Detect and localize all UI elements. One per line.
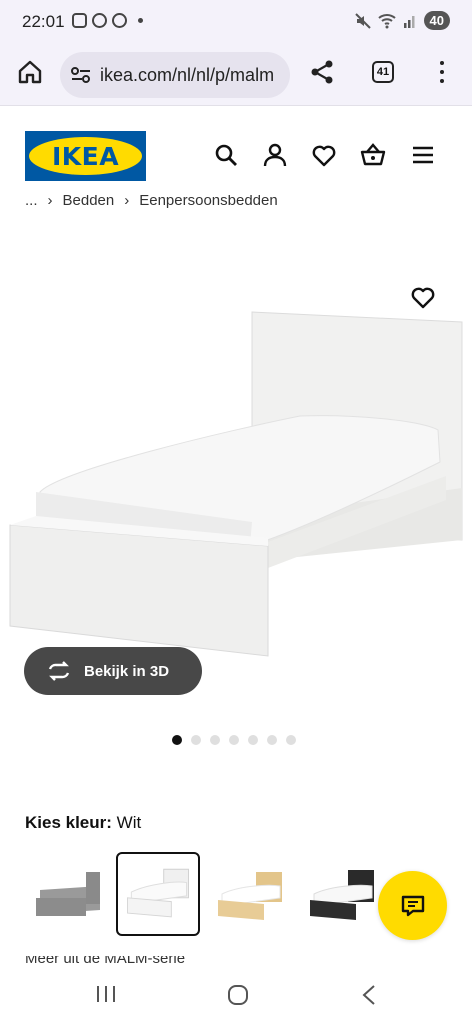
search-icon[interactable] — [213, 142, 239, 168]
color-swatch-grey[interactable] — [24, 852, 108, 936]
tab-switcher-button[interactable]: 41 — [372, 61, 394, 83]
breadcrumb-separator: › — [47, 195, 53, 209]
breadcrumb-ellipsis[interactable]: ... — [25, 195, 38, 213]
mute-icon — [354, 12, 371, 29]
rotate-3d-icon — [48, 661, 70, 681]
status-time: 22:01 — [22, 12, 65, 31]
notification-icons — [72, 13, 143, 28]
status-bar: 22:01 40 — [0, 0, 472, 44]
color-choice-label: Kies kleur: Wit — [25, 813, 141, 833]
carousel-dot[interactable] — [248, 735, 258, 745]
system-navigation-bar — [0, 964, 472, 1024]
carousel-dot[interactable] — [286, 735, 296, 745]
url-text: ikea.com/nl/nl/p/malm — [100, 64, 275, 85]
home-nav-icon[interactable] — [227, 984, 249, 1006]
breadcrumb-item[interactable]: Eenpersoonsbedden — [139, 195, 277, 213]
account-icon[interactable] — [262, 142, 288, 168]
wifi-icon — [377, 13, 396, 28]
heart-icon[interactable] — [311, 142, 337, 168]
breadcrumb-item[interactable]: Bedden — [63, 195, 115, 213]
hamburger-menu-icon[interactable] — [410, 142, 436, 168]
view-in-3d-button[interactable]: Bekijk in 3D — [24, 647, 202, 695]
chat-icon — [401, 895, 424, 916]
signal-icon — [403, 15, 415, 28]
back-nav-icon[interactable] — [361, 984, 377, 1006]
site-settings-icon[interactable] — [70, 65, 92, 85]
carousel-dot[interactable] — [172, 735, 182, 745]
system-icons: 40 — [354, 11, 450, 30]
product-image-bed[interactable] — [0, 230, 472, 700]
carousel-dot[interactable] — [229, 735, 239, 745]
screenshot-icon — [72, 13, 87, 28]
carousel-dot[interactable] — [210, 735, 220, 745]
recent-apps-icon[interactable] — [95, 984, 117, 1004]
selected-color: Wit — [116, 813, 142, 832]
browser-toolbar: ikea.com/nl/nl/p/malm 41 — [0, 44, 472, 106]
address-bar[interactable]: ikea.com/nl/nl/p/malm — [60, 52, 290, 98]
image-carousel-indicator — [172, 735, 296, 745]
whatsapp-icon — [112, 13, 127, 28]
color-swatch-blackbrown[interactable] — [300, 852, 384, 936]
color-swatch-white[interactable] — [116, 852, 200, 936]
color-swatch-oak[interactable] — [208, 852, 292, 936]
battery-indicator: 40 — [423, 11, 450, 30]
color-choice-prefix: Kies kleur: — [25, 813, 112, 832]
home-icon[interactable] — [17, 59, 43, 85]
carousel-dot[interactable] — [191, 735, 201, 745]
add-to-favourites-icon[interactable] — [409, 283, 437, 311]
more-notifications-icon — [138, 18, 143, 23]
basket-icon[interactable] — [360, 142, 386, 168]
view-in-3d-label: Bekijk in 3D — [84, 662, 170, 680]
carousel-dot[interactable] — [267, 735, 277, 745]
football-icon — [92, 13, 107, 28]
browser-menu-icon[interactable] — [434, 58, 450, 86]
ikea-logo[interactable]: IKEA — [25, 131, 146, 181]
share-icon[interactable] — [308, 58, 336, 86]
cut-off-section-text: Meer uit de MALM-serie — [25, 956, 185, 964]
logo-text: IKEA — [51, 141, 120, 171]
breadcrumb: ... › Bedden › Eenpersoonsbedden — [25, 195, 278, 215]
breadcrumb-separator: › — [124, 195, 130, 209]
chat-button[interactable] — [378, 871, 447, 940]
